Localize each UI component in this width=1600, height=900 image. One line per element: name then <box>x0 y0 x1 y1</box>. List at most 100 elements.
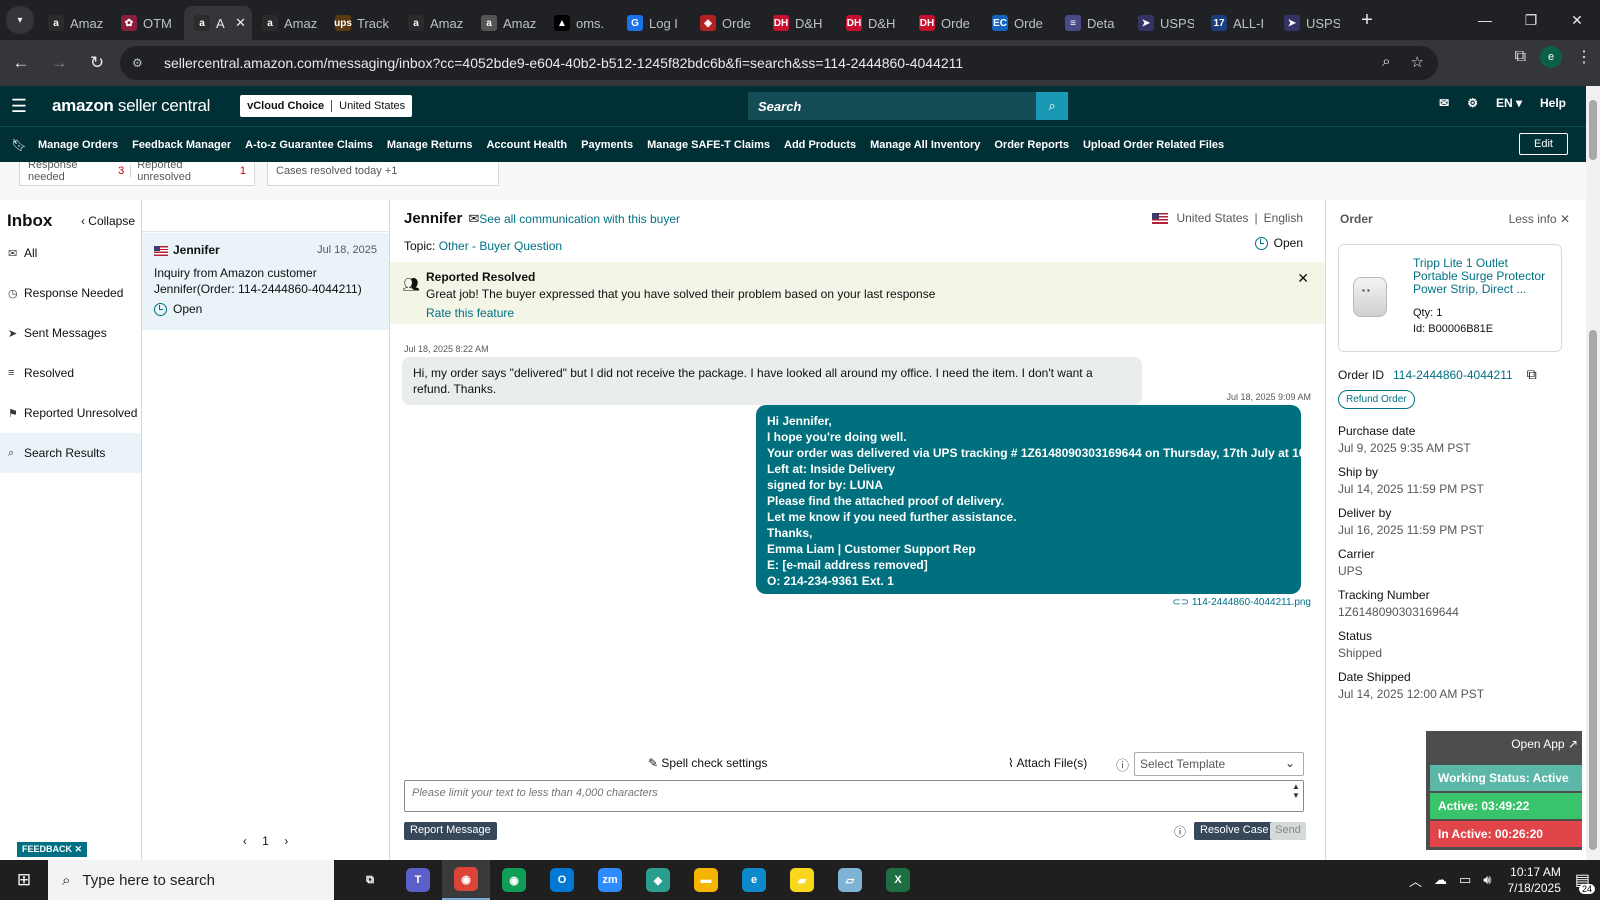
file-explorer-icon[interactable]: ▬ <box>682 860 730 900</box>
close-tab-icon[interactable]: ✕ <box>235 15 246 31</box>
message-composer-input[interactable] <box>404 780 1304 812</box>
browser-tab[interactable]: ◈ Orde <box>690 6 763 40</box>
info-icon[interactable]: ⓘ <box>1174 823 1186 840</box>
nav-item[interactable]: Upload Order Related Files <box>1083 139 1224 151</box>
header-search-input[interactable] <box>748 92 1037 120</box>
nav-item[interactable]: Payments <box>581 139 633 151</box>
close-window-icon[interactable]: ✕ <box>1554 0 1600 40</box>
browser-tab[interactable]: G Log I <box>617 6 690 40</box>
folder-sent-messages[interactable]: ➤ Sent Messages <box>0 315 141 351</box>
outlook-icon[interactable]: O <box>538 860 586 900</box>
copy-icon[interactable]: ⧉ <box>1527 366 1537 383</box>
folder-resolved[interactable]: ≡ Resolved <box>0 355 141 391</box>
thread-item[interactable]: Jennifer Jul 18, 2025 Inquiry from Amazo… <box>142 233 389 330</box>
folder-reported-unresolved[interactable]: ⚑ Reported Unresolved <box>0 395 141 431</box>
send-button[interactable]: Send <box>1270 822 1306 840</box>
seller-central-logo[interactable]: amazon seller central <box>52 96 210 116</box>
hamburger-menu-icon[interactable]: ☰ <box>0 96 38 117</box>
restore-icon[interactable]: ❐ <box>1508 0 1554 40</box>
browser-tab[interactable]: ≡ Deta <box>1055 6 1128 40</box>
mail-icon[interactable]: ✉ <box>1439 96 1449 110</box>
edit-nav-button[interactable]: Edit <box>1519 133 1568 155</box>
browser-tab[interactable]: ✿ OTM <box>111 6 184 40</box>
refund-order-button[interactable]: Refund Order <box>1338 390 1415 409</box>
help-link[interactable]: Help <box>1540 96 1566 110</box>
zoom-icon[interactable]: zm <box>586 860 634 900</box>
browser-tab[interactable]: DH Orde <box>909 6 982 40</box>
order-id-link[interactable]: 114-2444860-4044211 <box>1393 368 1513 382</box>
taskbar-clock[interactable]: 10:17 AM 7/18/2025 <box>1507 864 1560 896</box>
browser-tab[interactable]: DH D&H <box>763 6 836 40</box>
less-info-button[interactable]: Less info ✕ <box>1509 212 1570 226</box>
taskbar-search[interactable]: ⌕ Type here to search <box>48 860 334 900</box>
notepad-icon[interactable]: ▱ <box>826 860 874 900</box>
reload-icon[interactable]: ↻ <box>80 46 114 80</box>
page-scrollbar[interactable] <box>1586 86 1600 860</box>
response-needed-label[interactable]: Response needed <box>28 162 115 183</box>
collapse-button[interactable]: ‹ Collapse <box>81 214 135 228</box>
folder-all[interactable]: ✉ All <box>0 235 141 271</box>
chrome-icon[interactable]: ◉ <box>442 860 490 900</box>
feedback-tab[interactable]: FEEDBACK ✕ <box>17 842 88 857</box>
nav-item[interactable]: Order Reports <box>994 139 1069 151</box>
scrollbar-thumb[interactable] <box>1589 330 1597 850</box>
reported-unresolved-label[interactable]: Reported unresolved <box>137 162 237 183</box>
nav-item[interactable]: Manage Returns <box>387 139 473 151</box>
nav-item[interactable]: Manage SAFE-T Claims <box>647 139 770 151</box>
browser-tab[interactable]: DH D&H <box>836 6 909 40</box>
nav-item[interactable]: Manage All Inventory <box>870 139 980 151</box>
folder-search-results[interactable]: ⌕ Search Results <box>0 433 141 473</box>
browser-tab[interactable]: a Amaz <box>252 6 325 40</box>
teams-icon[interactable]: T <box>394 860 442 900</box>
browser-tab[interactable]: ups Track <box>325 6 398 40</box>
tab-search-chevron-icon[interactable]: ▾ <box>6 6 34 34</box>
bookmark-star-icon[interactable]: ☆ <box>1411 53 1424 71</box>
attach-files-button[interactable]: ⌇ Attach File(s) <box>1008 756 1087 770</box>
app-icon[interactable]: ◆ <box>634 860 682 900</box>
attachment-link[interactable]: ⊂⊃ 114-2444860-4044211.png <box>1172 597 1311 608</box>
browser-tab[interactable]: EC Orde <box>982 6 1055 40</box>
onedrive-cloud-icon[interactable]: ☁ <box>1434 872 1447 888</box>
sticky-notes-icon[interactable]: ▰ <box>778 860 826 900</box>
nav-item[interactable]: Manage Orders <box>38 139 118 151</box>
windows-start-icon[interactable]: ⊞ <box>0 860 48 900</box>
close-icon[interactable]: ✕ <box>1297 270 1309 287</box>
excel-icon[interactable]: X <box>874 860 922 900</box>
profile-avatar[interactable]: e <box>1540 46 1562 68</box>
browser-tab[interactable]: a A ✕ <box>184 6 252 40</box>
product-image[interactable] <box>1353 277 1387 317</box>
language-selector[interactable]: EN ▾ <box>1496 96 1522 110</box>
store-switcher[interactable]: vCloud Choice United States <box>240 95 413 117</box>
browser-tab[interactable]: ➤ USPS <box>1274 6 1347 40</box>
new-tab-plus-icon[interactable]: + <box>1353 6 1381 34</box>
info-icon[interactable]: ⓘ <box>1116 755 1129 774</box>
network-icon[interactable]: ▭ <box>1459 872 1471 888</box>
bookmark-icon[interactable]: 🔖︎ <box>0 138 38 152</box>
extensions-puzzle-icon[interactable]: ⧉ <box>1515 48 1526 66</box>
site-info-icon[interactable]: ⚙ <box>132 56 152 70</box>
chevron-up-icon[interactable]: ︿ <box>1409 871 1422 890</box>
settings-gear-icon[interactable]: ⚙ <box>1467 96 1478 110</box>
volume-icon[interactable]: 🔊︎ <box>1483 872 1491 888</box>
minimize-icon[interactable]: — <box>1462 0 1508 40</box>
forward-arrow-icon[interactable]: → <box>42 46 76 80</box>
browser-tab[interactable]: a Amaz <box>471 6 544 40</box>
back-arrow-icon[interactable]: ← <box>4 46 38 80</box>
browser-tab[interactable]: ▲ oms. <box>544 6 617 40</box>
edge-icon[interactable]: e <box>730 860 778 900</box>
browser-menu-icon[interactable]: ⋮ <box>1576 47 1592 67</box>
resolve-case-button[interactable]: Resolve Case <box>1194 822 1275 840</box>
topic-link[interactable]: Other - Buyer Question <box>439 239 562 253</box>
next-page-icon[interactable]: › <box>284 834 288 848</box>
search-icon[interactable]: ⌕ <box>1036 92 1068 120</box>
address-bar[interactable]: ⚙ sellercentral.amazon.com/messaging/inb… <box>120 46 1438 80</box>
rate-feature-link[interactable]: Rate this feature <box>426 306 1325 320</box>
open-app-button[interactable]: Open App ↗ <box>1511 737 1578 751</box>
task-view-icon[interactable]: ⧉ <box>346 860 394 900</box>
spell-check-settings[interactable]: ✎ Spell check settings <box>648 756 767 770</box>
nav-item[interactable]: Feedback Manager <box>132 139 231 151</box>
chrome-profile-icon[interactable]: ◉ <box>490 860 538 900</box>
browser-tab[interactable]: a Amaz <box>398 6 471 40</box>
see-all-communication-link[interactable]: See all communication with this buyer <box>479 212 680 226</box>
nav-item[interactable]: Add Products <box>784 139 856 151</box>
